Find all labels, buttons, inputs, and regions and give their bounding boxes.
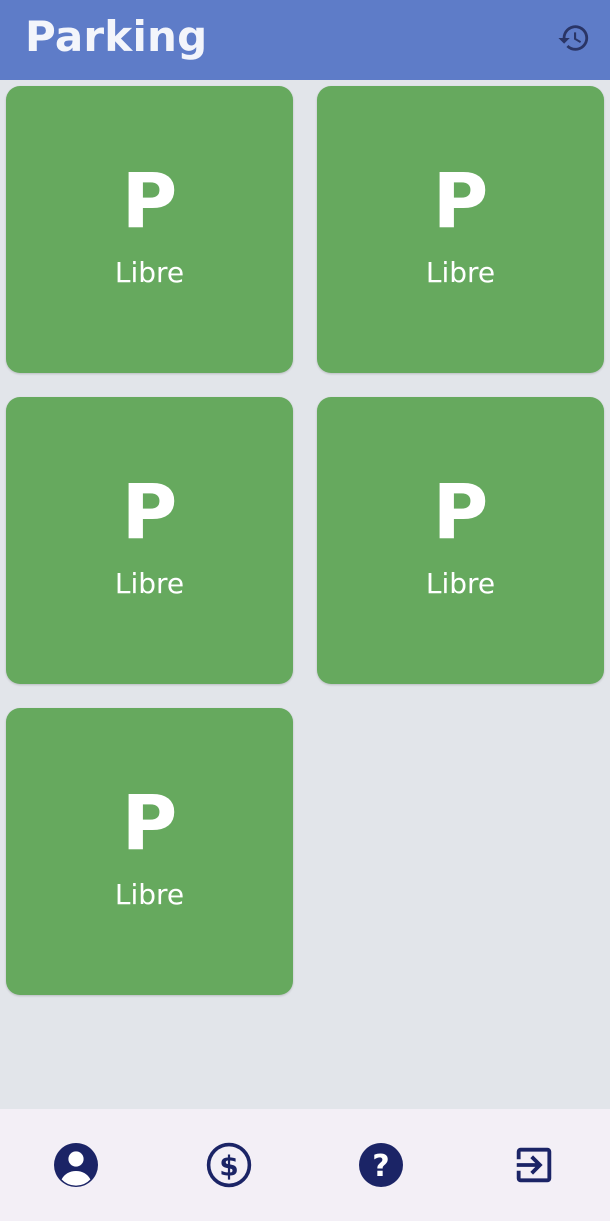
page-title: Parking [25, 12, 208, 61]
history-icon [558, 25, 589, 51]
payment-button[interactable]: $ [153, 1109, 306, 1221]
parking-letter: P [432, 467, 489, 556]
parking-spot-5[interactable]: P Libre [6, 708, 293, 995]
parking-spot-4[interactable]: P Libre [317, 397, 604, 684]
app-bar: Parking [0, 0, 610, 80]
bottom-navigation: $ ? [0, 1109, 610, 1221]
parking-spot-1[interactable]: P Libre [6, 86, 293, 373]
logout-icon [516, 1147, 551, 1183]
dollar-circle-icon: $ [206, 1142, 251, 1188]
history-button[interactable] [556, 20, 592, 56]
parking-spot-2[interactable]: P Libre [317, 86, 604, 373]
help-circle-icon: ? [359, 1143, 404, 1187]
parking-letter: P [432, 156, 489, 245]
spot-status-label: Libre [425, 256, 496, 289]
spot-status-label: Libre [114, 567, 185, 600]
svg-text:$: $ [219, 1149, 238, 1182]
app-screen: Parking P Libre P Libre P Libre P Libre … [0, 0, 610, 1221]
help-button[interactable]: ? [305, 1109, 458, 1221]
account-circle-icon [54, 1143, 99, 1187]
parking-letter: P [121, 467, 178, 556]
parking-spot-3[interactable]: P Libre [6, 397, 293, 684]
spot-status-label: Libre [114, 878, 185, 911]
profile-button[interactable] [0, 1109, 153, 1221]
logout-button[interactable] [458, 1109, 610, 1221]
parking-letter: P [121, 156, 178, 245]
spot-status-label: Libre [114, 256, 185, 289]
parking-letter: P [121, 778, 178, 867]
svg-text:?: ? [373, 1149, 390, 1184]
spot-status-label: Libre [425, 567, 496, 600]
